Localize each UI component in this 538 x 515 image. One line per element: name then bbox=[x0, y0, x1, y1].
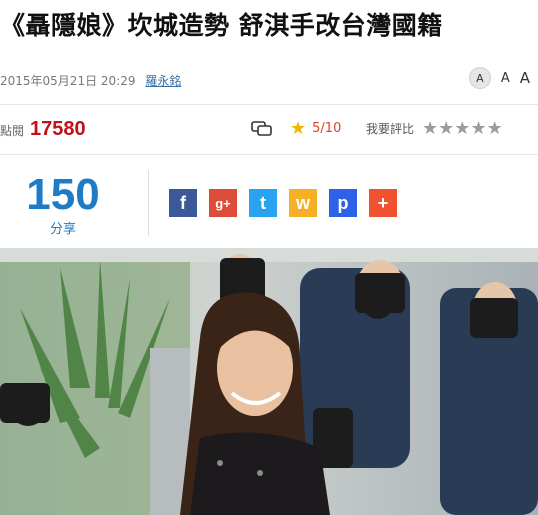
views-label: 點閱 bbox=[0, 124, 25, 138]
google-plus-share-button[interactable]: g+ bbox=[209, 189, 237, 217]
rate-stars: ★★★★★ bbox=[422, 118, 503, 139]
publish-date: 2015年05月21日 20:29 bbox=[0, 74, 136, 88]
rate-star-5[interactable]: ★ bbox=[487, 118, 503, 139]
divider bbox=[0, 104, 538, 105]
article-rating: ★ 5/10 bbox=[290, 118, 341, 139]
font-size-small-button[interactable]: A bbox=[468, 67, 491, 89]
plus-share-button[interactable]: + bbox=[369, 189, 397, 217]
font-size-large-button[interactable]: A bbox=[520, 69, 530, 87]
paw-share-button[interactable]: p bbox=[329, 189, 357, 217]
weibo-share-button[interactable]: w bbox=[289, 189, 317, 217]
paw-icon: p bbox=[337, 192, 349, 213]
rate-star-3[interactable]: ★ bbox=[454, 118, 470, 139]
article-photo bbox=[0, 248, 538, 515]
share-count-number: 150 bbox=[26, 170, 100, 219]
rate-widget: 我要評比 ★★★★★ bbox=[366, 118, 503, 139]
star-icon: ★ bbox=[290, 118, 307, 139]
rate-me-label: 我要評比 bbox=[366, 122, 415, 136]
google-plus-icon: g+ bbox=[215, 195, 231, 211]
font-size-controls: A A A bbox=[468, 67, 530, 89]
twitter-share-button[interactable]: t bbox=[249, 189, 277, 217]
plus-icon: + bbox=[377, 192, 389, 213]
rating-score: 5/10 bbox=[312, 121, 342, 136]
views-number: 17580 bbox=[30, 118, 86, 140]
rate-star-2[interactable]: ★ bbox=[438, 118, 454, 139]
divider bbox=[0, 154, 538, 155]
twitter-icon: t bbox=[260, 192, 266, 213]
comment-icon[interactable] bbox=[251, 121, 273, 137]
article-meta: 2015年05月21日 20:29 羅永銘 bbox=[0, 72, 181, 89]
article-title: 《聶隱娘》坎城造勢 舒淇手改台灣國籍 bbox=[0, 11, 443, 40]
font-size-medium-button[interactable]: A bbox=[501, 71, 510, 86]
facebook-icon: f bbox=[180, 192, 186, 213]
rate-star-4[interactable]: ★ bbox=[470, 118, 486, 139]
vertical-divider bbox=[148, 170, 149, 236]
share-count: 150 分享 bbox=[0, 170, 126, 238]
view-count: 點閱 17580 bbox=[0, 118, 86, 141]
share-buttons: f g+ t w p + bbox=[169, 189, 397, 217]
share-count-label: 分享 bbox=[49, 222, 76, 237]
author-link[interactable]: 羅永銘 bbox=[145, 74, 181, 88]
facebook-share-button[interactable]: f bbox=[169, 189, 197, 217]
rate-star-1[interactable]: ★ bbox=[422, 118, 438, 139]
weibo-icon: w bbox=[295, 192, 310, 213]
